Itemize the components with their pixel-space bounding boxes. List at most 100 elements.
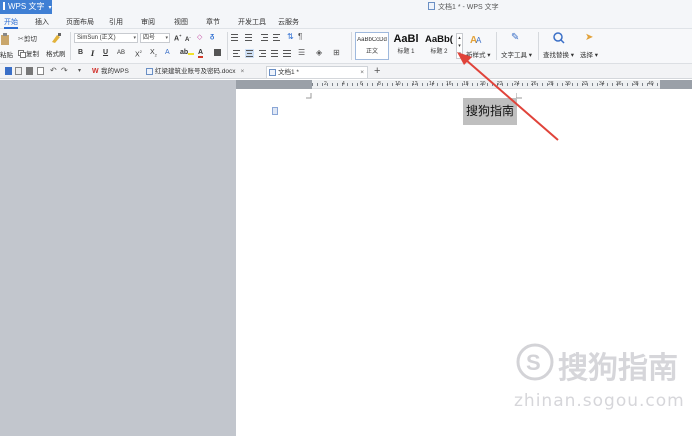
align-left-button[interactable] xyxy=(233,49,242,59)
cursor-arrow-icon[interactable]: ➤ xyxy=(585,32,593,43)
tab-my-wps[interactable]: W 我的WPS xyxy=(90,66,129,78)
selected-text[interactable]: 搜狗指南 xyxy=(463,98,517,125)
app-logo-icon xyxy=(3,2,5,10)
copy-button[interactable]: 复制 xyxy=(18,48,39,59)
close-icon[interactable]: × xyxy=(241,68,245,75)
pinyin-icon[interactable]: ᵹ xyxy=(210,33,214,40)
tab-page-layout[interactable]: 页面布局 xyxy=(66,17,94,29)
redo-icon[interactable]: ↷ xyxy=(61,66,68,75)
ruler-number: 30 xyxy=(565,81,571,87)
document-icon xyxy=(428,2,435,10)
app-menu-button[interactable]: WPS 文字 ▾ xyxy=(0,0,52,14)
italic-button[interactable]: I xyxy=(91,49,94,58)
menu-tabs: 开始 插入 页面布局 引用 审阅 视图 章节 开发工具 云服务 xyxy=(0,16,692,29)
char-shading-icon[interactable] xyxy=(214,49,221,58)
ruler-number: 20 xyxy=(480,81,486,87)
superscript-button[interactable]: X2 xyxy=(135,49,142,58)
undo-icon[interactable]: ↶ xyxy=(50,66,57,75)
bullet-list-button[interactable] xyxy=(231,33,243,43)
format-painter-button[interactable]: 格式刷 xyxy=(46,48,66,58)
tab-document-docx[interactable]: 红梁建筑业账号及密码.docx × xyxy=(144,66,244,78)
new-style-icon[interactable]: AA xyxy=(470,33,484,45)
open-icon[interactable] xyxy=(15,67,22,75)
chevron-down-icon[interactable]: ▾ xyxy=(78,67,81,74)
highlight-icon[interactable]: ab xyxy=(180,49,195,56)
text-tools-button[interactable]: 文字工具 ▾ xyxy=(501,49,532,59)
ruler-number: 4 xyxy=(342,81,345,87)
style-heading-1[interactable]: AaBl 标题 1 xyxy=(389,32,423,60)
sort-icon[interactable]: ⇅ xyxy=(287,32,294,41)
increase-indent-button[interactable] xyxy=(273,33,283,43)
tab-developer[interactable]: 开发工具 xyxy=(238,17,266,29)
tab-references[interactable]: 引用 xyxy=(109,17,123,29)
align-center-button[interactable] xyxy=(245,49,254,59)
horizontal-ruler[interactable]: 2 4 6 8 10 12 14 16 18 20 22 24 26 28 30… xyxy=(236,80,692,89)
tab-document-1[interactable]: 文档1 * × xyxy=(266,66,368,78)
bold-button[interactable]: B xyxy=(78,49,83,56)
font-color-icon[interactable]: A xyxy=(198,49,204,58)
cut-button[interactable]: ✂剪切 xyxy=(18,33,37,43)
tab-home[interactable]: 开始 xyxy=(4,17,18,29)
ruler-number: 6 xyxy=(360,81,363,87)
style-normal[interactable]: AaBbCcDd 正文 xyxy=(355,32,389,60)
style-heading-2[interactable]: AaBb( 标题 2 xyxy=(422,32,456,60)
find-replace-button[interactable]: 查找替换 ▾ xyxy=(543,49,574,59)
tab-document-docx-label: 红梁建筑业账号及密码.docx xyxy=(155,68,236,75)
styles-gallery-scroll[interactable]: ▴ ▾ ▾ xyxy=(456,33,463,59)
tab-insert[interactable]: 插入 xyxy=(35,17,49,29)
copy-label: 复制 xyxy=(26,51,39,58)
ruler-number: 28 xyxy=(548,81,554,87)
tab-cloud[interactable]: 云服务 xyxy=(278,17,299,29)
decrease-indent-button[interactable] xyxy=(261,33,271,43)
paste-button[interactable] xyxy=(0,33,10,45)
show-marks-icon[interactable]: ¶ xyxy=(298,32,302,41)
tab-review[interactable]: 审阅 xyxy=(141,17,155,29)
divider xyxy=(351,32,352,60)
format-painter-icon[interactable] xyxy=(50,32,62,44)
clear-format-icon[interactable]: ◇ xyxy=(197,33,202,41)
select-button[interactable]: 选择 ▾ xyxy=(580,49,598,59)
text-effect-icon[interactable]: A xyxy=(165,49,170,56)
grow-font-icon[interactable]: A+ xyxy=(174,33,181,42)
shrink-font-icon[interactable]: A- xyxy=(185,34,191,43)
text-tools-icon[interactable]: ✎ xyxy=(511,32,519,43)
shading-icon[interactable]: ◈ xyxy=(316,48,322,57)
tab-document-1-label: 文档1 * xyxy=(278,69,299,76)
justify-button[interactable] xyxy=(271,49,280,59)
ruler-number: 22 xyxy=(497,81,503,87)
divider xyxy=(496,32,497,60)
print-icon[interactable] xyxy=(26,67,33,75)
tab-my-wps-label: 我的WPS xyxy=(101,68,129,75)
preview-icon[interactable] xyxy=(37,67,44,75)
strikethrough-button[interactable]: AB xyxy=(117,50,125,56)
save-icon[interactable] xyxy=(5,67,12,75)
numbered-list-button[interactable] xyxy=(245,33,257,43)
tab-view[interactable]: 视图 xyxy=(174,17,188,29)
underline-button[interactable]: U xyxy=(103,49,108,56)
font-name-select[interactable]: SimSun (正文) ▾ xyxy=(74,33,138,43)
window-title-text: 文档1 * - WPS 文字 xyxy=(438,4,499,11)
margin-corner-mark xyxy=(306,93,312,99)
document-tabs-bar: ↶ ↷ ▾ W 我的WPS 红梁建筑业账号及密码.docx × 文档1 * × + xyxy=(0,64,692,79)
close-icon[interactable]: × xyxy=(360,67,364,78)
ruler-number: 12 xyxy=(412,81,418,87)
new-tab-icon[interactable]: + xyxy=(374,65,380,77)
cut-label: 剪切 xyxy=(23,36,37,43)
distribute-button[interactable] xyxy=(283,49,292,59)
tab-chapter[interactable]: 章节 xyxy=(206,17,220,29)
borders-icon[interactable]: ⊞ xyxy=(333,48,340,57)
new-style-button[interactable]: 新样式 ▾ xyxy=(466,49,491,59)
paste-label[interactable]: 粘贴 xyxy=(0,49,13,59)
chevron-down-icon: ▾ xyxy=(165,35,168,41)
ruler-number: 18 xyxy=(463,81,469,87)
ruler-number: 34 xyxy=(599,81,605,87)
svg-text:A: A xyxy=(476,36,482,45)
line-spacing-icon[interactable]: ☰ xyxy=(298,48,305,57)
align-right-button[interactable] xyxy=(259,49,268,59)
find-replace-icon[interactable] xyxy=(553,32,565,44)
ruler-number: 8 xyxy=(378,81,381,87)
subscript-button[interactable]: X2 xyxy=(150,49,157,57)
sogou-logo-icon: S xyxy=(516,343,554,381)
font-size-select[interactable]: 四号 ▾ xyxy=(140,33,170,43)
app-name: WPS 文字 xyxy=(8,2,45,11)
